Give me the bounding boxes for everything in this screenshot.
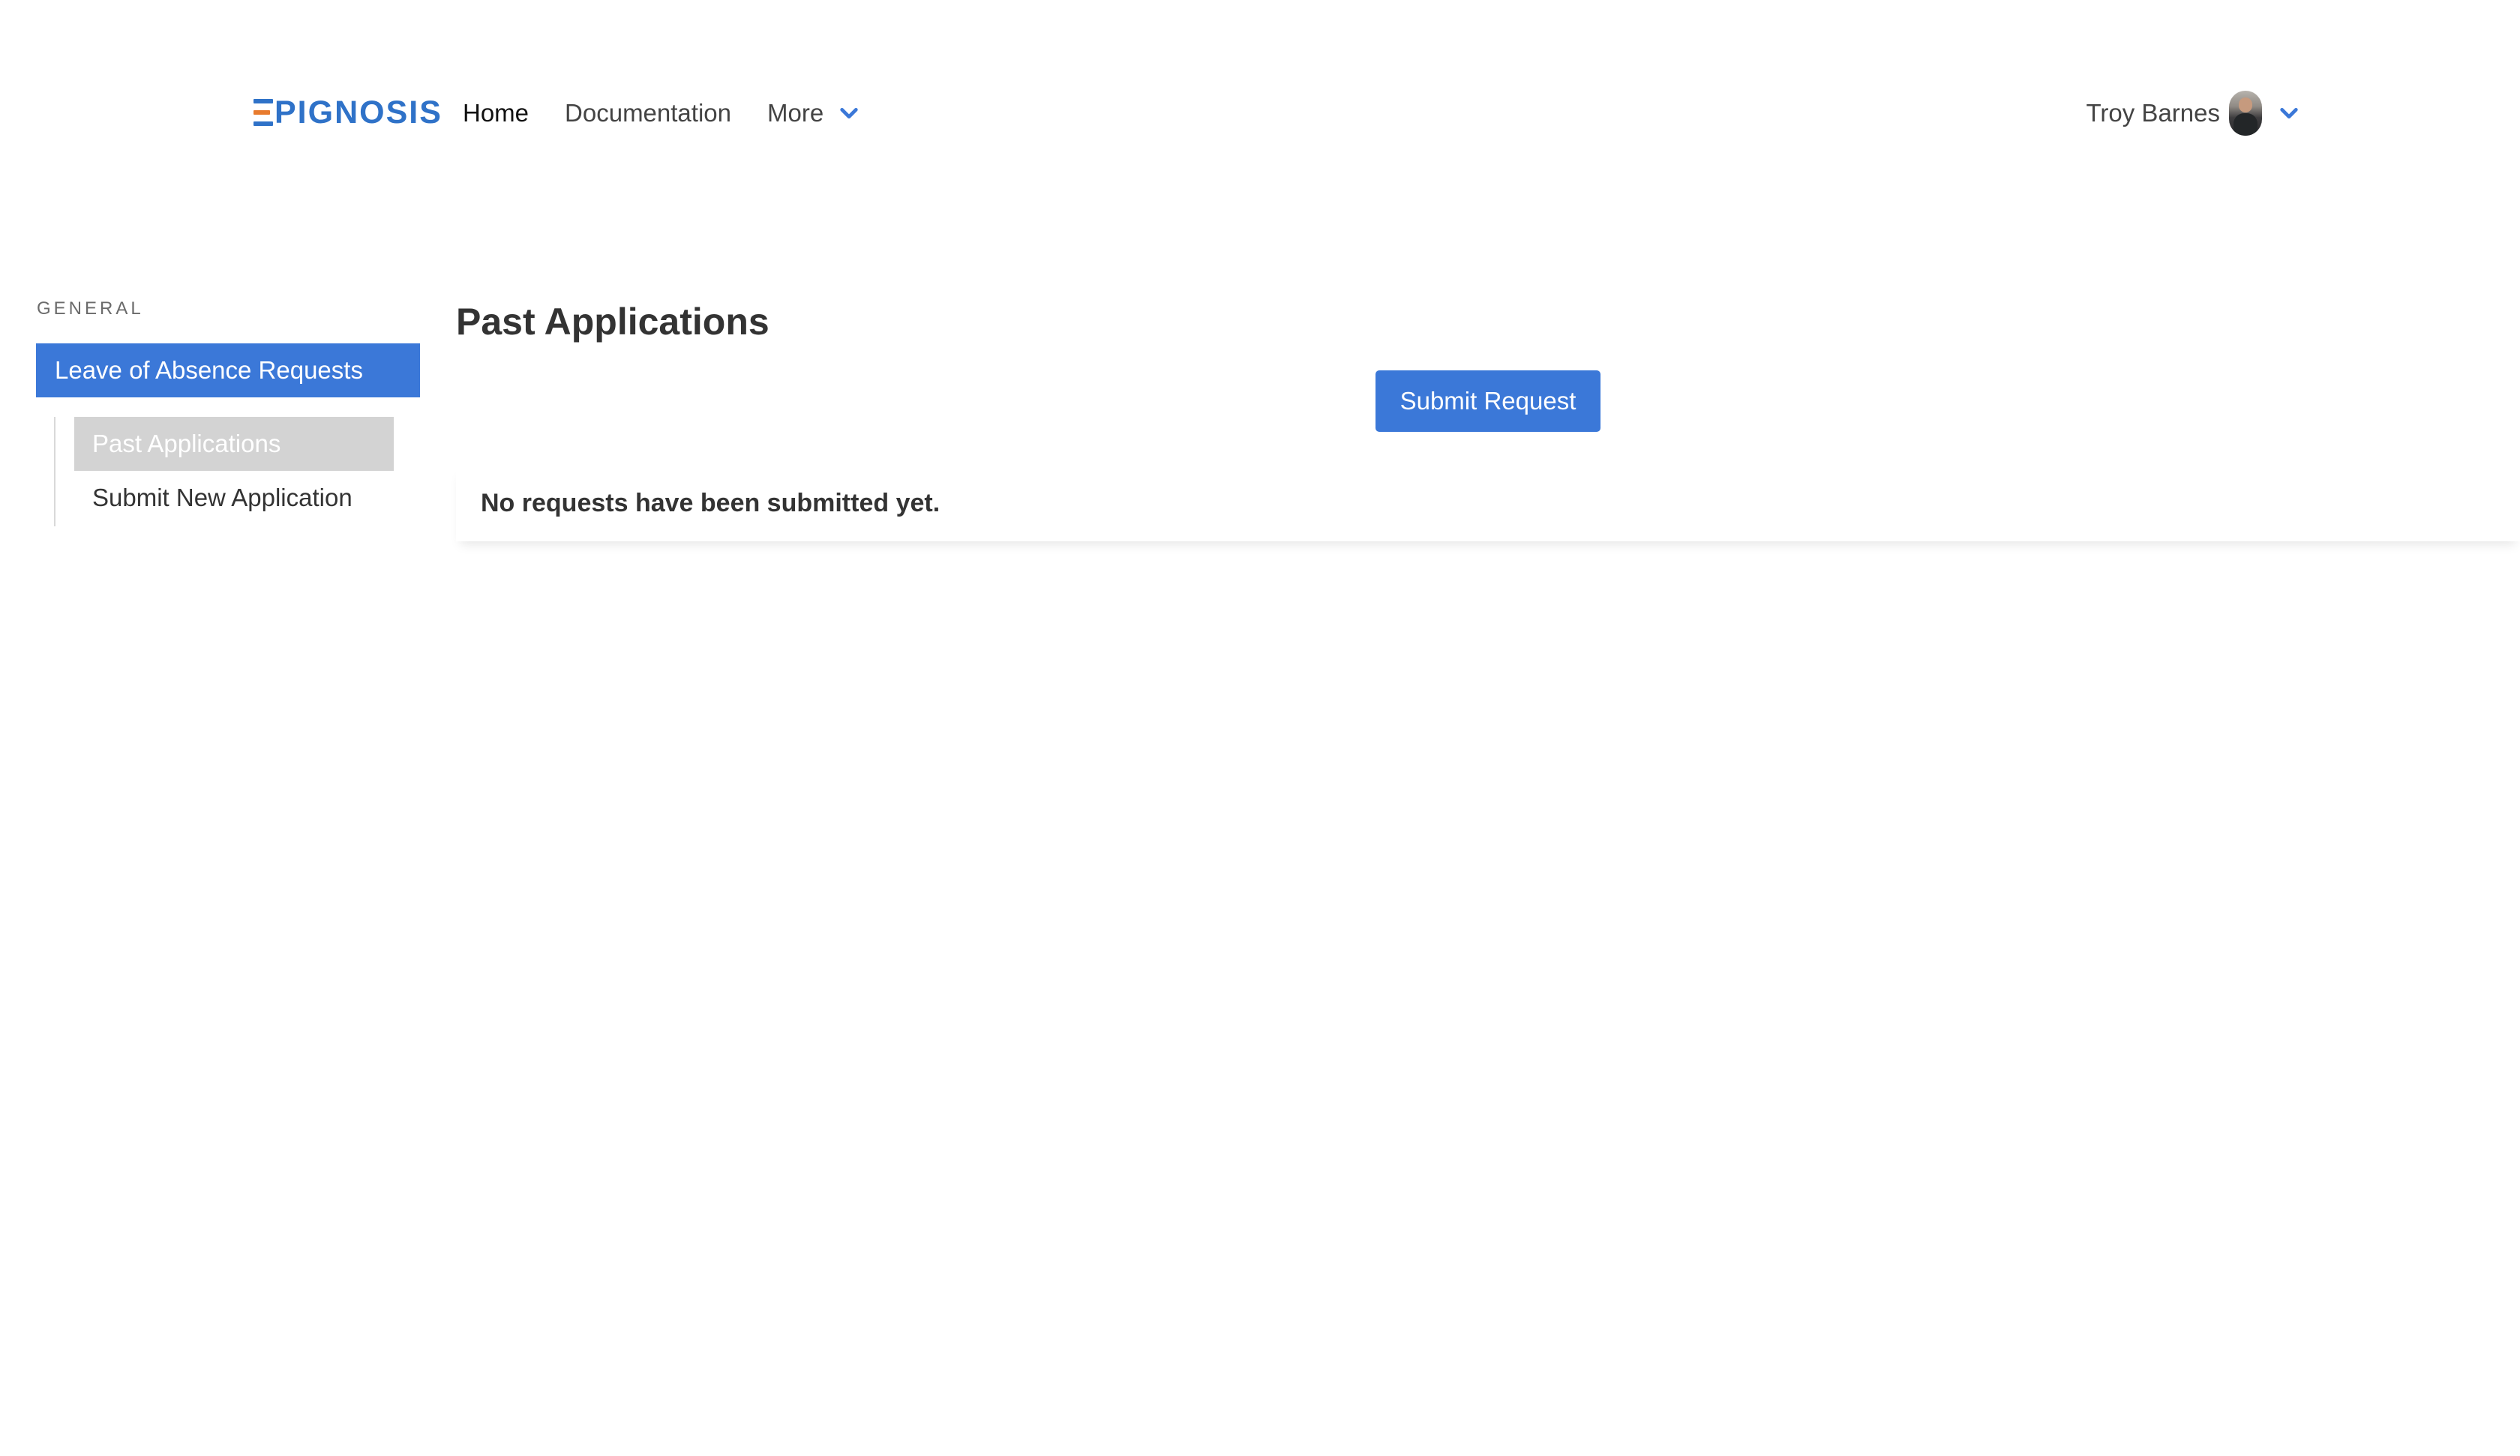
submit-request-button[interactable]: Submit Request [1376, 370, 1600, 432]
nav-more-dropdown[interactable]: More [767, 99, 860, 127]
page-title: Past Applications [456, 301, 770, 343]
sidebar-item-label: Submit New Application [92, 484, 352, 511]
sidebar: GENERAL Leave of Absence Requests Past A… [36, 298, 420, 526]
epignosis-logo[interactable]: PIGNOSIS [254, 93, 442, 132]
logo-text: PIGNOSIS [274, 94, 442, 130]
nav-more-label: More [767, 99, 824, 127]
empty-state-message: No requests have been submitted yet. [481, 488, 940, 517]
sidebar-item-submit-new-application[interactable]: Submit New Application [74, 471, 394, 525]
sidebar-section-label: GENERAL [37, 298, 144, 319]
empty-state-panel: No requests have been submitted yet. [456, 465, 2520, 541]
sidebar-submenu: Past Applications Submit New Application [54, 417, 420, 526]
top-header: PIGNOSIS Home Documentation More Troy Ba… [0, 0, 2520, 225]
avatar [2229, 91, 2262, 136]
nav-home[interactable]: Home [463, 99, 529, 127]
nav-documentation[interactable]: Documentation [565, 99, 731, 127]
user-menu[interactable]: Troy Barnes [2086, 88, 2300, 138]
logo-e-mark [254, 99, 273, 126]
chevron-down-icon [840, 108, 858, 118]
sidebar-item-label: Past Applications [92, 430, 281, 457]
main-nav: Home Documentation More [463, 94, 860, 132]
chevron-down-icon [2280, 108, 2298, 118]
sidebar-item-label: Leave of Absence Requests [55, 356, 363, 384]
sidebar-item-leave-of-absence-requests[interactable]: Leave of Absence Requests [36, 343, 420, 397]
user-name: Troy Barnes [2086, 99, 2220, 127]
sidebar-item-past-applications[interactable]: Past Applications [74, 417, 394, 471]
